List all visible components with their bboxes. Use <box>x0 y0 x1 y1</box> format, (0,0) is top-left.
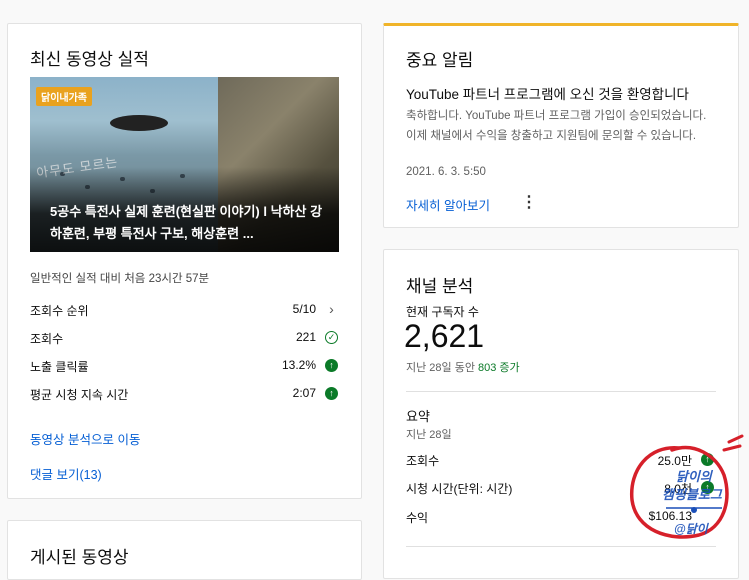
summary-label: 조회수 <box>406 454 440 468</box>
card-title: 최신 동영상 실적 <box>30 50 149 69</box>
chevron-right-icon[interactable]: › <box>325 302 338 316</box>
subscriber-count: 2,621 <box>404 318 485 354</box>
subscriber-change: 지난 28일 동안 803 증가 <box>406 359 520 375</box>
video-title[interactable]: 5공수 특전사 실제 훈련(현실판 이야기) l 낙하산 강하훈련, 부평 특전… <box>50 201 330 245</box>
metric-value: 2:07 <box>292 386 316 400</box>
alert-headline: YouTube 파트너 프로그램에 오신 것을 환영합니다 <box>406 87 689 102</box>
view-comments-link[interactable]: 댓글 보기(13) <box>30 464 102 483</box>
summary-label: 수익 <box>406 511 429 525</box>
divider <box>406 391 716 392</box>
subscriber-change-value: 803 증가 <box>478 362 520 374</box>
channel-badge: 닭이내가족 <box>36 87 92 106</box>
performance-note: 일반적인 실적 대비 처음 23시간 57분 <box>30 273 210 285</box>
metric-row-avg-duration: 평균 시청 지속 시간 2:07 ↑ <box>30 384 340 404</box>
metric-label: 조회수 <box>30 332 64 346</box>
arrow-up-icon: ↑ <box>325 387 338 400</box>
summary-value: $106.13 <box>648 509 692 523</box>
divider <box>406 546 716 547</box>
summary-value: 8.0천 <box>664 482 692 496</box>
recent-video-performance-card: 최신 동영상 실적 아무도 모르는 닭이내가족 5공수 특전사 실제 훈련(현실… <box>7 23 362 499</box>
arrow-up-icon: ↑ <box>325 359 338 372</box>
metric-label: 조회수 순위 <box>30 304 89 318</box>
alert-date: 2021. 6. 3. 5:50 <box>406 166 486 178</box>
metric-value: 221 <box>295 330 316 344</box>
arrow-up-icon: ↑ <box>701 481 714 494</box>
summary-title: 요약 <box>406 409 430 424</box>
more-options-icon[interactable]: ⋮ <box>521 195 537 211</box>
metric-row-views: 조회수 221 ✓ <box>30 328 340 348</box>
metric-value: 5/10 <box>292 302 316 316</box>
card-title: 게시된 동영상 <box>30 548 129 567</box>
boat-shape <box>110 115 168 131</box>
metric-row-ctr: 노출 클릭률 13.2% ↑ <box>30 356 340 376</box>
metric-row-view-rank[interactable]: 조회수 순위 5/10 › <box>30 300 340 320</box>
metric-label: 평균 시청 지속 시간 <box>30 388 129 402</box>
check-circle-icon: ✓ <box>325 331 338 344</box>
learn-more-link[interactable]: 자세히 알아보기 <box>406 195 490 214</box>
published-videos-card: 게시된 동영상 <box>7 520 362 580</box>
metric-value: 13.2% <box>281 358 316 372</box>
channel-analytics-card: 채널 분석 현재 구독자 수 2,621 지난 28일 동안 803 증가 요약… <box>383 249 739 579</box>
summary-period: 지난 28일 <box>406 429 452 441</box>
video-thumbnail[interactable]: 아무도 모르는 닭이내가족 5공수 특전사 실제 훈련(현실판 이야기) l 낙… <box>30 77 339 252</box>
summary-label: 시청 시간(단위: 시간) <box>406 482 513 496</box>
card-title: 채널 분석 <box>406 277 474 296</box>
summary-row-views: 조회수 25.0만 ↑ <box>406 450 716 470</box>
summary-row-revenue: 수익 $106.13 <box>406 507 716 527</box>
arrow-up-icon: ↑ <box>701 453 714 466</box>
summary-row-watch-time: 시청 시간(단위: 시간) 8.0천 ↑ <box>406 478 716 498</box>
summary-value: 25.0만 <box>657 454 692 468</box>
important-alert-card: 중요 알림 YouTube 파트너 프로그램에 오신 것을 환영합니다 축하합니… <box>383 23 739 228</box>
metric-label: 노출 클릭률 <box>30 360 89 374</box>
subscriber-change-period: 지난 28일 동안 <box>406 362 475 374</box>
video-analytics-link[interactable]: 동영상 분석으로 이동 <box>30 429 140 448</box>
alert-body: 축하합니다. YouTube 파트너 프로그램 가입이 승인되었습니다. 이제 … <box>406 110 707 142</box>
card-title: 중요 알림 <box>406 51 474 70</box>
